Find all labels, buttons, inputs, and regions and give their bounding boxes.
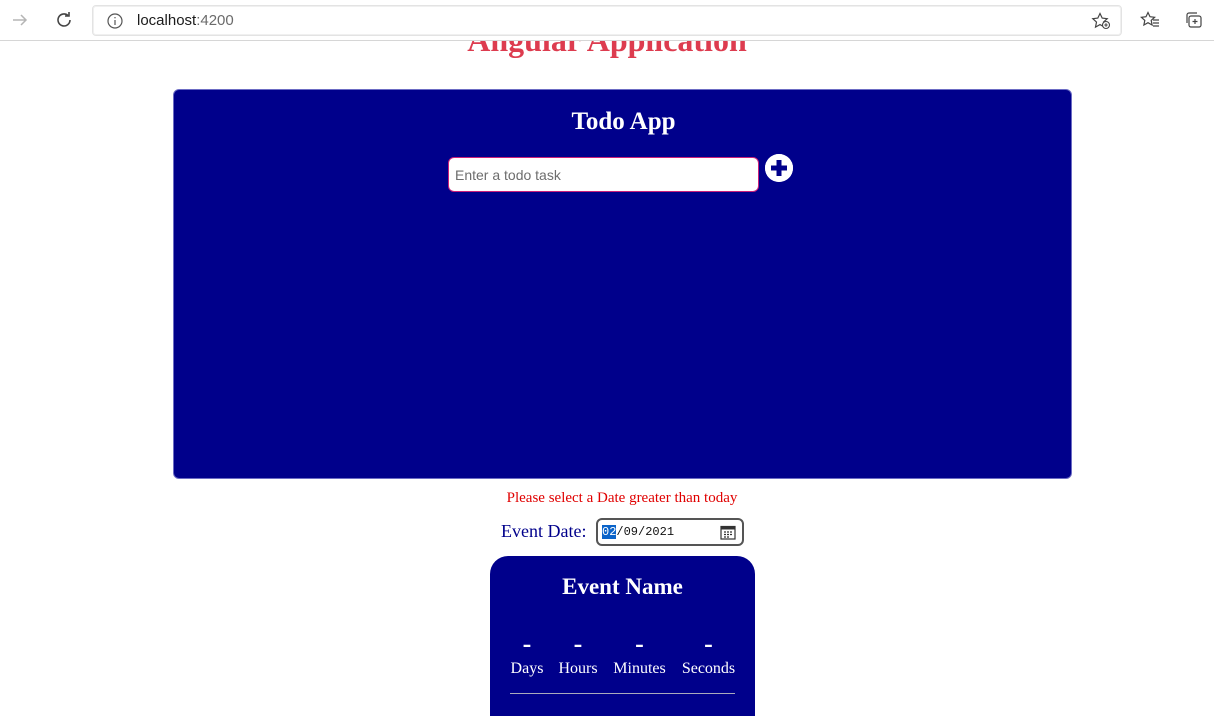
countdown-value: - bbox=[704, 629, 713, 658]
countdown-days: - Days bbox=[510, 629, 544, 678]
event-card: Event Name - Days - Hours - Minutes - Se… bbox=[490, 556, 755, 716]
collections-icon[interactable] bbox=[1183, 9, 1205, 31]
add-todo-button[interactable] bbox=[765, 154, 793, 182]
date-value: 02/09/2021 bbox=[602, 525, 674, 539]
favorites-icon[interactable] bbox=[1139, 9, 1161, 31]
url-port: :4200 bbox=[196, 12, 234, 29]
countdown-label: Minutes bbox=[613, 660, 666, 677]
countdown-minutes: - Minutes bbox=[612, 629, 667, 678]
page-title: Angular Application bbox=[0, 41, 1214, 62]
refresh-icon[interactable] bbox=[53, 9, 75, 31]
event-date-input[interactable]: 02/09/2021 bbox=[596, 518, 744, 546]
date-error-message: Please select a Date greater than today bbox=[506, 490, 738, 506]
add-favorite-icon[interactable] bbox=[1091, 12, 1111, 35]
todo-input[interactable] bbox=[448, 157, 759, 192]
countdown-value: - bbox=[635, 629, 644, 658]
address-bar[interactable]: localhost:4200 bbox=[92, 5, 1122, 36]
site-info-icon[interactable] bbox=[107, 13, 123, 34]
countdown-hours: - Hours bbox=[557, 629, 599, 678]
countdown-seconds: - Seconds bbox=[680, 629, 737, 678]
countdown-label: Days bbox=[510, 660, 544, 677]
todo-card: Todo App bbox=[173, 89, 1072, 479]
url-host: localhost bbox=[137, 12, 197, 29]
browser-toolbar: localhost:4200 bbox=[0, 0, 1214, 41]
countdown-value: - bbox=[573, 629, 583, 658]
date-month-segment[interactable]: 02 bbox=[602, 525, 617, 539]
countdown-label: Hours bbox=[558, 660, 598, 677]
url-text: localhost:4200 bbox=[137, 12, 234, 29]
calendar-icon[interactable] bbox=[720, 524, 736, 544]
todo-title: Todo App bbox=[571, 108, 676, 135]
divider bbox=[510, 693, 735, 694]
event-name-title: Event Name bbox=[562, 574, 683, 599]
countdown-label: Seconds bbox=[681, 660, 736, 677]
plus-icon bbox=[765, 154, 793, 182]
event-date-label: Event Date: bbox=[501, 521, 587, 541]
countdown-value: - bbox=[522, 629, 532, 658]
forward-icon[interactable] bbox=[9, 9, 31, 31]
date-rest-segment[interactable]: /09/2021 bbox=[616, 525, 674, 539]
